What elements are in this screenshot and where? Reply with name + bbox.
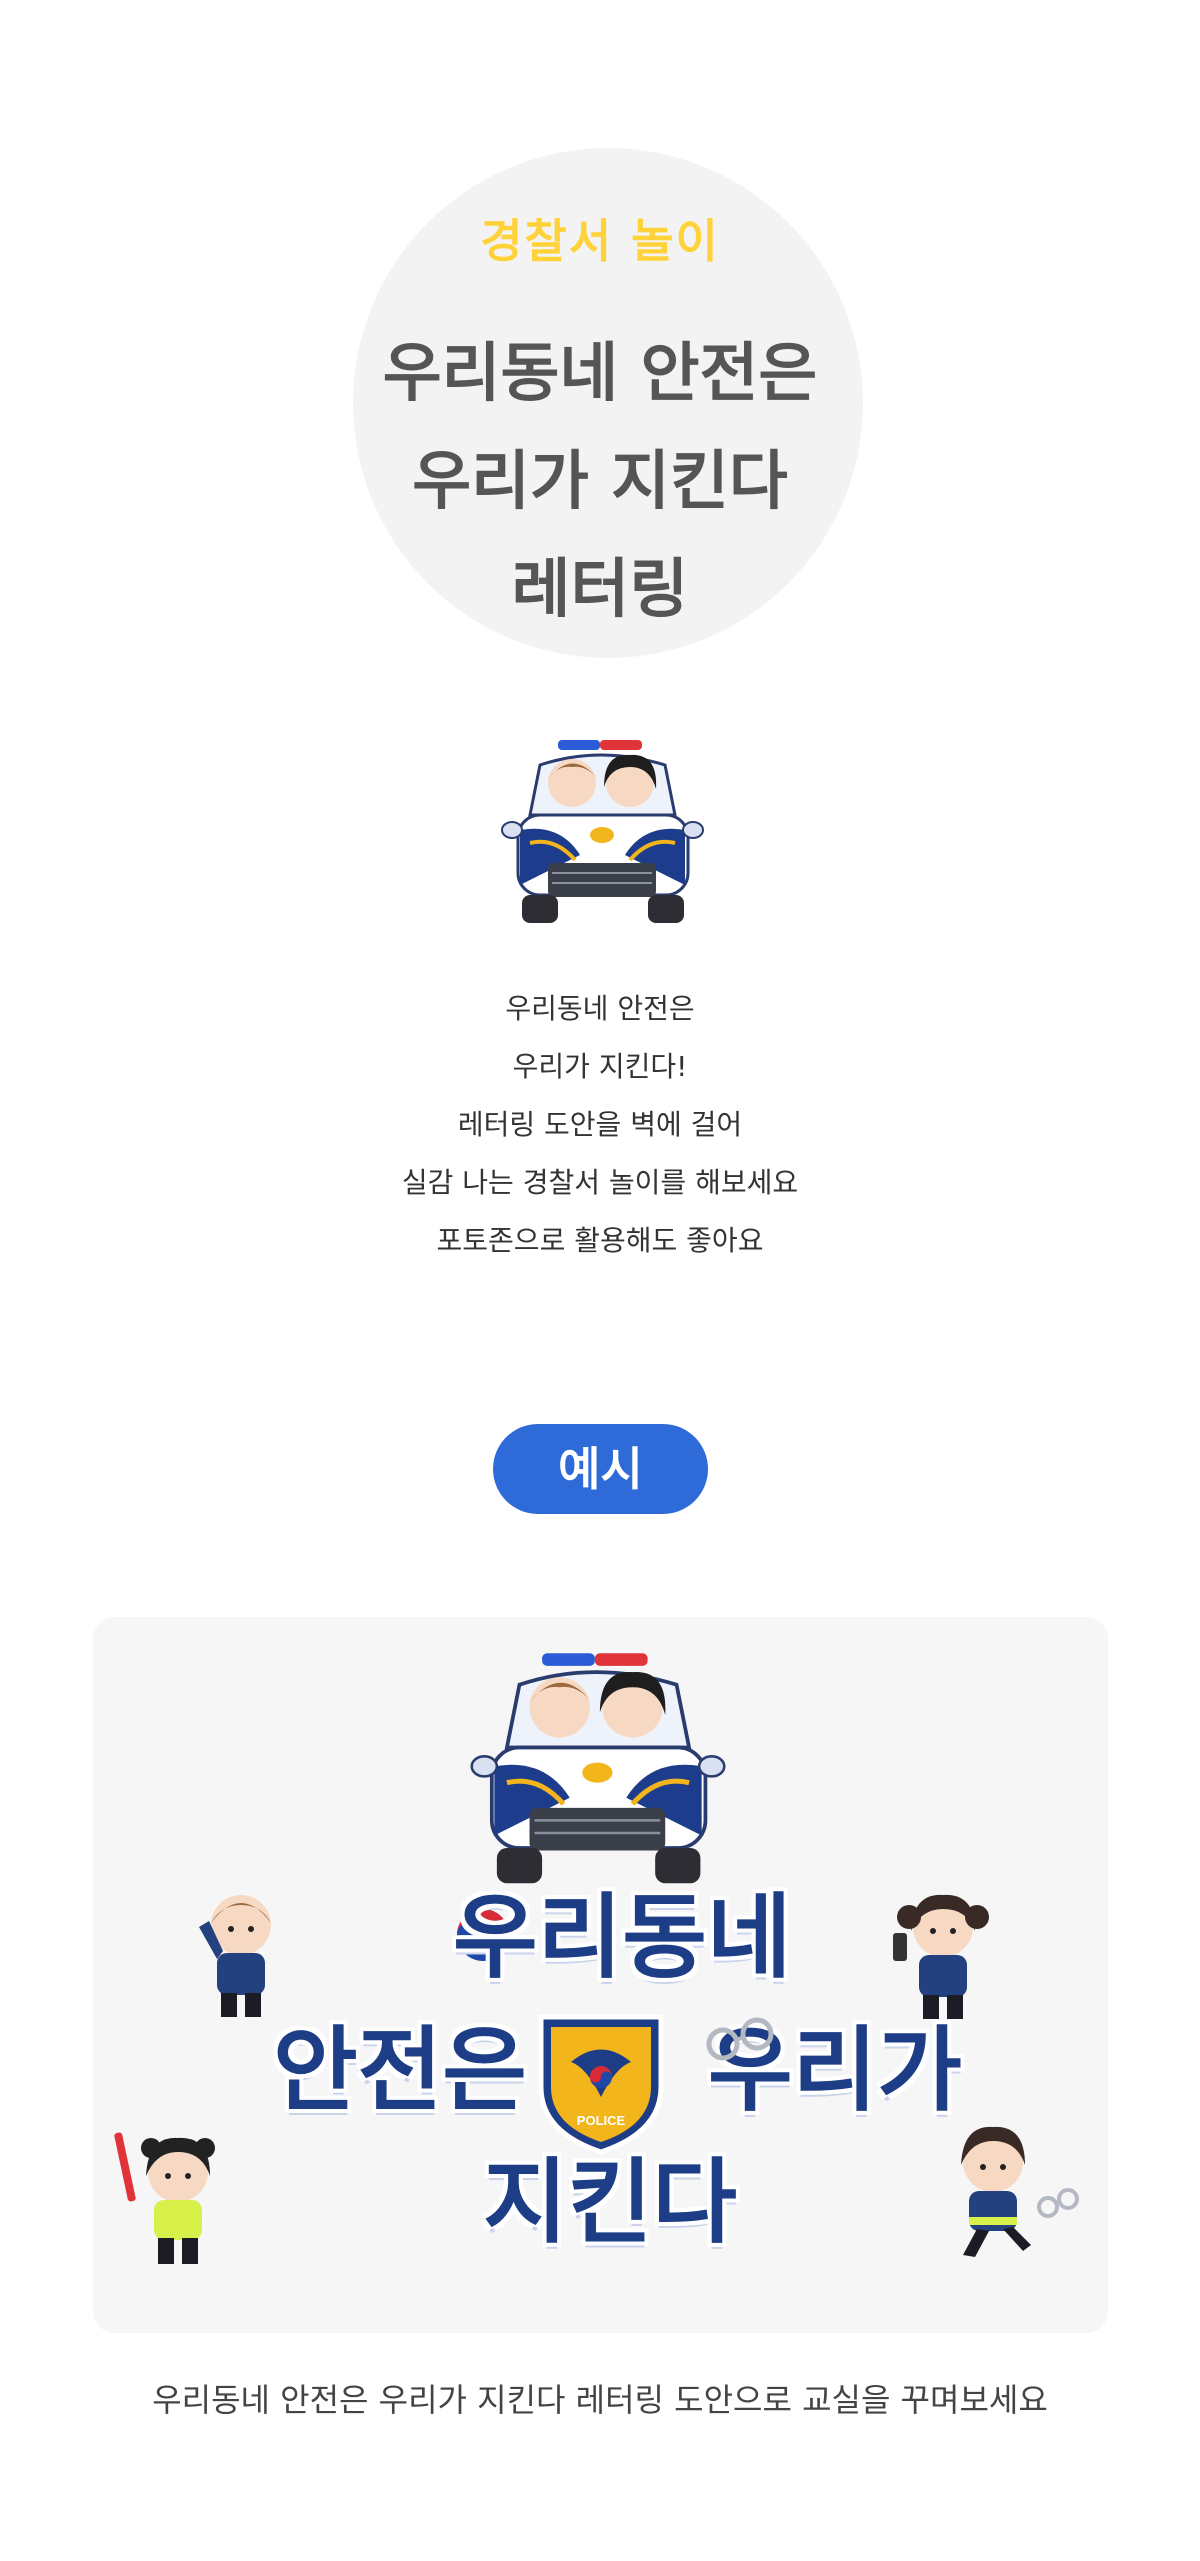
- lettering-line3: 지킨다: [483, 2149, 737, 2256]
- police-kid-radio-icon: [893, 1894, 989, 2019]
- description: 우리동네 안전은 우리가 지킨다! 레터링 도안을 벽에 걸어 실감 나는 경찰…: [0, 980, 1200, 1270]
- badge-text: POLICE: [577, 2113, 626, 2128]
- police-car-icon: [501, 740, 704, 923]
- description-line: 우리동네 안전은: [505, 992, 695, 1025]
- hero-title-line: 우리동네 안전은: [382, 337, 818, 411]
- hero-title: 우리동네 안전은 우리가 지킨다 레터링: [0, 320, 1200, 644]
- police-car-icon: [470, 1653, 726, 1884]
- handcuffs-icon: [706, 2017, 774, 2061]
- police-kid-saluting-icon: [199, 1895, 271, 2017]
- hero-title-line: 우리가 지킨다: [412, 445, 788, 519]
- description-line: 포토존으로 활용해도 좋아요: [436, 1224, 764, 1257]
- police-kid-baton-icon: [114, 2132, 215, 2264]
- description-line: 레터링 도안을 벽에 걸어: [457, 1108, 743, 1141]
- lettering-line1: 우리동네: [453, 1884, 792, 1991]
- example-panel: 우리동네 안전은 우리가 지킨다 POLICE: [93, 1617, 1108, 2333]
- description-line: 실감 나는 경찰서 놀이를 해보세요: [401, 1166, 799, 1199]
- police-kid-running-icon: [961, 2126, 1079, 2257]
- lettering-line2-left: 안전은: [273, 2017, 527, 2124]
- example-label: 예시: [493, 1424, 708, 1514]
- hero-title-line: 레터링: [511, 553, 689, 627]
- hero-subtitle: 경찰서 놀이: [480, 214, 720, 268]
- description-line: 우리가 지킨다!: [512, 1050, 688, 1083]
- police-badge-icon: POLICE: [538, 2014, 664, 2155]
- caption: 우리동네 안전은 우리가 지킨다 레터링 도안으로 교실을 꾸며보세요: [152, 2381, 1048, 2419]
